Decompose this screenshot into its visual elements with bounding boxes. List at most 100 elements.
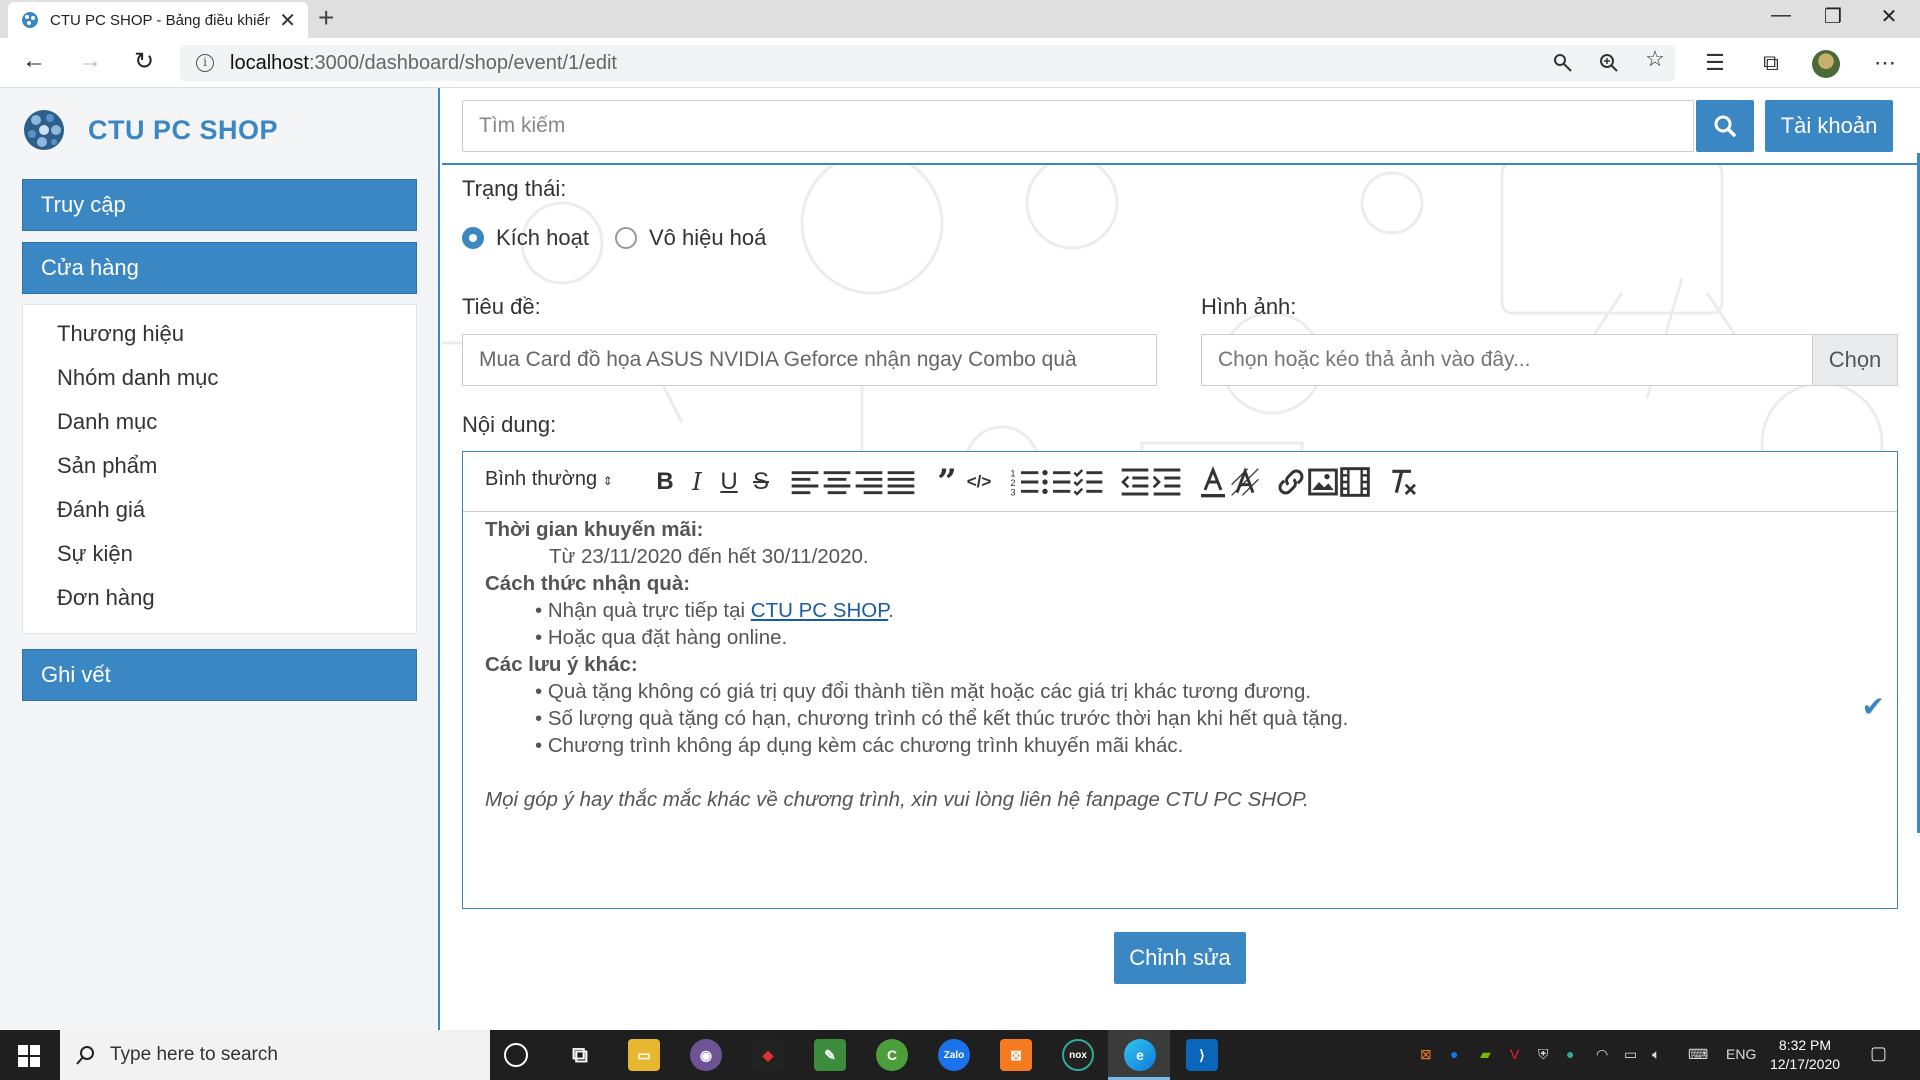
format-select[interactable]: Bình thường ⇕ (485, 468, 613, 491)
align-left-icon[interactable] (789, 466, 821, 498)
back-arrow-icon[interactable]: ← (18, 47, 50, 75)
battery-icon[interactable]: ▭ (1624, 1046, 1637, 1063)
notification-icon[interactable]: ▢ (1870, 1043, 1887, 1064)
site-info-icon[interactable]: i (196, 54, 214, 72)
task-view-icon[interactable]: ⧉ (564, 1039, 596, 1071)
wifi-icon[interactable]: ◠ (1596, 1046, 1608, 1063)
tray-vivaldi-icon[interactable]: V (1510, 1046, 1519, 1062)
account-button[interactable]: Tài khoản (1765, 100, 1893, 152)
sidebar-item-ghi-vet[interactable]: Ghi vết (22, 649, 417, 701)
submenu-item-su-kien[interactable]: Sự kiện (57, 541, 133, 567)
bullet-list-icon[interactable] (1041, 466, 1073, 498)
tray-xampp-icon[interactable]: ⊠ (1420, 1046, 1432, 1063)
profile-avatar[interactable] (1812, 50, 1840, 78)
vscode-icon[interactable]: ⟩ (1186, 1039, 1218, 1071)
tray-nox-icon[interactable]: ● (1566, 1046, 1574, 1062)
bold-icon[interactable]: B (649, 466, 681, 498)
submenu-item-don-hang[interactable]: Đơn hàng (57, 585, 155, 611)
editor-toolbar: Bình thường ⇕ B I U S ” </> 123 (463, 452, 1897, 512)
code-block-icon[interactable]: </> (963, 466, 995, 498)
image-file-input[interactable] (1201, 334, 1813, 386)
brand[interactable]: CTU PC SHOP (20, 106, 278, 154)
file-explorer-icon[interactable]: ▭ (628, 1039, 660, 1071)
new-tab-button[interactable]: + (318, 2, 334, 34)
collections-icon[interactable]: ⧉ (1756, 50, 1786, 76)
browser-tab[interactable]: CTU PC SHOP - Bảng điều khiển ✕ (8, 2, 308, 38)
refresh-icon[interactable]: ↻ (128, 47, 160, 76)
nox-icon[interactable]: nox (1062, 1039, 1094, 1071)
align-center-icon[interactable] (821, 466, 853, 498)
format-select-value: Bình thường (485, 468, 598, 490)
cortana-icon[interactable] (504, 1043, 528, 1067)
search-input[interactable] (462, 100, 1694, 152)
align-right-icon[interactable] (853, 466, 885, 498)
browser-app-icon[interactable]: C (876, 1039, 908, 1071)
background-color-icon[interactable] (1229, 466, 1261, 498)
minimize-icon[interactable]: — (1758, 4, 1804, 27)
outdent-icon[interactable] (1119, 466, 1151, 498)
favorites-list-icon[interactable]: ☰ (1700, 50, 1730, 76)
edit-submit-button[interactable]: Chỉnh sửa (1114, 932, 1246, 984)
status-radio-disabled[interactable] (614, 227, 637, 249)
status-radio-active[interactable] (462, 227, 484, 249)
tab-close-icon[interactable]: ✕ (279, 8, 296, 33)
indent-icon[interactable] (1151, 466, 1183, 498)
title-input[interactable] (462, 334, 1157, 386)
tray-zalo-icon[interactable]: ● (1450, 1046, 1458, 1062)
submenu-item-danh-muc[interactable]: Danh mục (57, 409, 157, 435)
sidebar-item-cua-hang[interactable]: Cửa hàng (22, 242, 417, 294)
blockquote-icon[interactable]: ” (931, 462, 963, 502)
align-justify-icon[interactable] (885, 466, 917, 498)
status-option-disabled[interactable]: Vô hiệu hoá (649, 225, 766, 251)
favorite-star-icon[interactable]: ☆ (1640, 46, 1670, 72)
text-color-icon[interactable] (1197, 466, 1229, 498)
submenu-item-thuong-hieu[interactable]: Thương hiệu (57, 321, 184, 347)
url-field[interactable]: i localhost:3000/dashboard/shop/event/1/… (180, 45, 1675, 81)
search-button[interactable] (1696, 100, 1754, 152)
tray-shield-icon[interactable]: ⛨ (1538, 1046, 1549, 1063)
underline-icon[interactable]: U (713, 466, 745, 498)
link-icon[interactable] (1275, 466, 1307, 498)
garena-icon[interactable]: ◆ (752, 1039, 784, 1071)
github-desktop-icon[interactable]: ◉ (690, 1039, 722, 1071)
more-menu-icon[interactable]: ⋯ (1870, 50, 1900, 76)
sidebar: CTU PC SHOP Truy cập Cửa hàng Thương hiệ… (0, 88, 440, 1030)
rich-text-editor[interactable]: Bình thường ⇕ B I U S ” </> 123 Thời gia… (462, 451, 1898, 909)
windows-start-icon[interactable] (18, 1045, 40, 1067)
ordered-list-icon[interactable]: 123 (1009, 466, 1041, 498)
zalo-icon[interactable]: Zalo (938, 1039, 970, 1071)
tray-nvidia-icon[interactable]: ▰ (1480, 1046, 1491, 1063)
submenu-item-san-pham[interactable]: Sản phẩm (57, 453, 157, 479)
forward-arrow-icon[interactable]: → (74, 47, 106, 75)
taskbar-search[interactable]: Type here to search (60, 1030, 490, 1080)
key-icon[interactable] (1552, 52, 1574, 74)
keyboard-icon[interactable]: ⌨ (1688, 1046, 1708, 1063)
submenu-item-nhom-danh-muc[interactable]: Nhóm danh mục (57, 365, 218, 391)
strike-icon[interactable]: S (745, 466, 777, 498)
check-list-icon[interactable] (1073, 466, 1105, 498)
video-icon[interactable] (1339, 466, 1371, 498)
choose-image-button[interactable]: Chọn (1812, 334, 1898, 386)
taskbar-search-text: Type here to search (110, 1044, 278, 1065)
image-icon[interactable] (1307, 466, 1339, 498)
taskbar-clock[interactable]: 8:32 PM 12/17/2020 (1760, 1036, 1850, 1074)
sidebar-item-truy-cap[interactable]: Truy cập (22, 179, 417, 231)
status-option-active[interactable]: Kích hoạt (496, 225, 589, 251)
address-toolbar: ← → ↻ i localhost:3000/dashboard/shop/ev… (0, 38, 1920, 88)
zoom-icon[interactable] (1598, 52, 1620, 74)
submenu-item-danh-gia[interactable]: Đánh giá (57, 497, 145, 523)
italic-icon[interactable]: I (681, 466, 713, 498)
restore-icon[interactable]: ❐ (1810, 4, 1856, 29)
clear-format-icon[interactable] (1387, 466, 1419, 498)
edge-icon[interactable]: e (1124, 1039, 1156, 1071)
volume-icon[interactable]: 🔈︎ (1652, 1046, 1660, 1063)
check-icon: ✔ (1861, 691, 1885, 722)
url-path: :3000/dashboard/shop/event/1/edit (308, 51, 617, 74)
footer-note: Mọi góp ý hay thắc mắc khác về chương tr… (485, 788, 1309, 811)
window-close-icon[interactable]: ✕ (1866, 4, 1912, 29)
xampp-icon[interactable]: ⊠ (1000, 1039, 1032, 1071)
shop-link[interactable]: CTU PC SHOP (751, 599, 888, 622)
notepad-icon[interactable]: ✎ (814, 1039, 846, 1071)
input-language[interactable]: ENG (1726, 1046, 1756, 1062)
heading-receive: Cách thức nhận quà: (485, 572, 691, 595)
